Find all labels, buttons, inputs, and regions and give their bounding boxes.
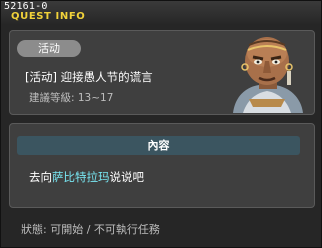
quest-name: [活动] 迎接愚人节的谎言 — [25, 70, 153, 84]
npc-name-link[interactable]: 萨比特拉玛 — [52, 170, 110, 184]
quest-status: 狀態: 可開始 / 不可執行任務 — [21, 223, 160, 236]
quest-type-tag: 活动 — [17, 40, 81, 57]
npc-portrait-icon — [233, 37, 303, 113]
content-text: 去向萨比特拉玛说说吧 — [29, 169, 144, 185]
window-title: QUEST INFO — [11, 11, 86, 22]
content-header: 內容 — [17, 136, 300, 155]
recommended-level: 建議等級: 13~17 — [29, 92, 114, 104]
quest-info-window: 52161-0 QUEST INFO 活动 [活动] 迎接愚人节的谎言 建議等級… — [0, 0, 322, 248]
content-text-before: 去向 — [29, 170, 52, 184]
content-text-after: 说说吧 — [109, 170, 145, 184]
title-bar[interactable]: 52161-0 QUEST INFO — [1, 1, 321, 25]
